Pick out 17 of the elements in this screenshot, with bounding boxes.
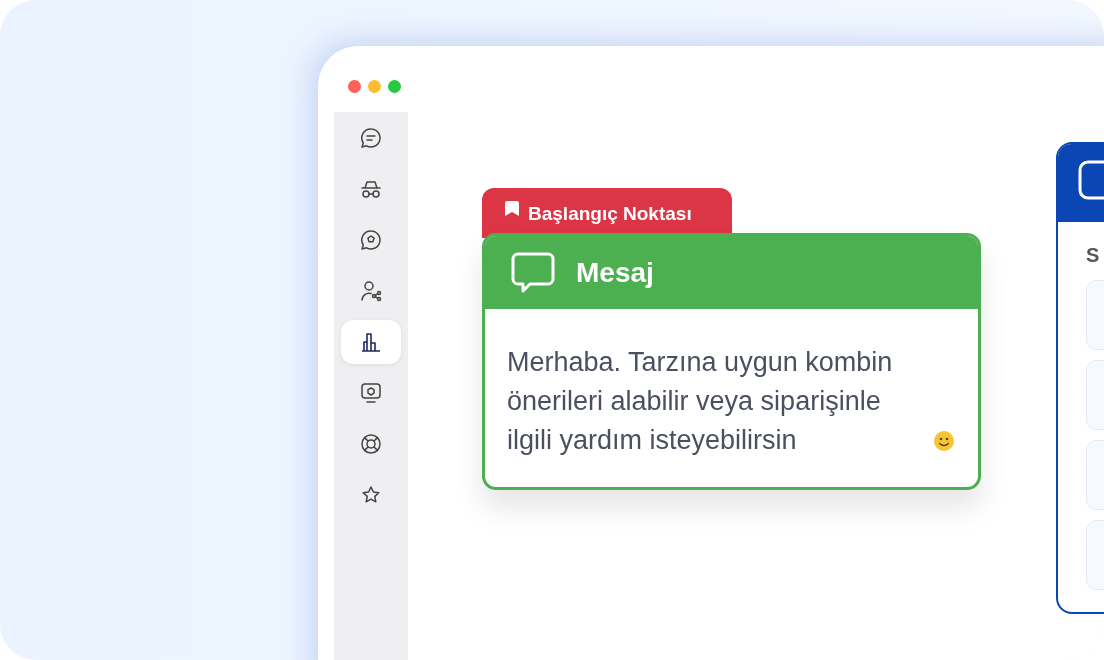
chat-icon — [359, 126, 383, 150]
start-label: Başlangıç Noktası — [528, 202, 692, 226]
monitor-icon — [359, 381, 383, 405]
lifebuoy-icon — [359, 432, 383, 456]
sidebar-button[interactable] — [341, 320, 401, 364]
bookmark-icon — [504, 200, 520, 217]
message-text: Merhaba. Tarzına uygun kombin önerileri alabilir veya siparişinle ilgili yardım isteyebilirsin — [507, 346, 894, 457]
window-control-dot[interactable] — [348, 80, 361, 93]
user-share-icon — [359, 279, 383, 303]
bar-chart-icon — [359, 330, 383, 354]
window-control-dot[interactable] — [388, 80, 401, 93]
node-icon — [1078, 160, 1104, 200]
node-title: Mesaj — [576, 255, 654, 290]
smiley-icon — [933, 430, 955, 452]
window-control-dot[interactable] — [368, 80, 381, 93]
node-heading: S — [1085, 243, 1101, 268]
chat-badge-icon — [359, 228, 383, 252]
